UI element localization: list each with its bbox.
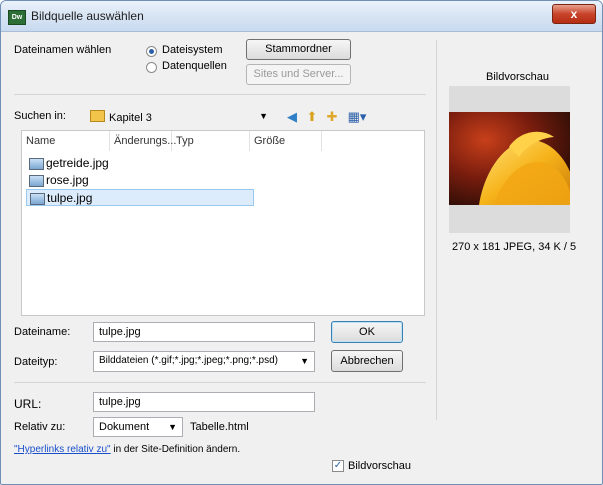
list-item-selected[interactable]: tulpe.jpg [26,189,254,206]
column-modified[interactable]: Änderungs... [110,131,176,151]
relative-to-label: Relativ zu: [14,421,66,433]
preview-frame [449,86,570,233]
dialog-window: Dw Bildquelle auswählen x Dateinamen wäh… [0,0,603,485]
new-folder-icon[interactable]: ✚ [324,109,340,125]
lookin-folder-name: Kapitel 3 [109,112,152,124]
lookin-label: Suchen in: [14,110,66,122]
column-name[interactable]: Name [22,131,110,151]
datasources-radio[interactable] [146,62,157,73]
tulip-preview-image [449,112,570,205]
preview-heading: Bildvorschau [486,71,549,83]
filename-label: Dateiname: [14,326,71,338]
file-list[interactable]: Name Änderungs... Typ Größe getreide.jpg… [21,130,425,316]
preview-checkbox[interactable]: ✓ [332,460,344,472]
image-file-icon [30,193,45,205]
list-item[interactable]: rose.jpg [26,172,146,189]
hint-text: in der Site-Definition ändern. [110,444,241,455]
divider [14,382,426,383]
image-file-icon [29,158,44,170]
preview-checkbox-label: Bildvorschau [348,460,411,472]
relative-to-value: Dokument [99,421,150,433]
filetype-value: Bilddateien (*.gif;*.jpg;*.jpeg;*.png;*.… [99,355,279,366]
site-definition-hint: "Hyperlinks relativ zu" in der Site-Defi… [14,444,240,455]
url-label: URL: [14,397,42,411]
view-menu-icon[interactable]: ▦▾ [344,109,370,125]
chevron-down-icon: ▼ [168,422,177,432]
column-size[interactable]: Größe [250,131,322,151]
root-folder-button[interactable]: Stammordner [246,39,351,60]
title-bar[interactable]: Dw Bildquelle auswählen x [1,1,602,32]
filesystem-radio[interactable] [146,46,157,57]
chevron-down-icon: ▼ [259,111,268,121]
image-file-icon [29,175,44,187]
column-type[interactable]: Typ [172,131,250,151]
chevron-down-icon: ▼ [300,356,309,366]
datasources-radio-label: Datenquellen [162,60,227,72]
hyperlinks-relative-link[interactable]: "Hyperlinks relativ zu" [14,444,111,455]
relative-to-select[interactable]: Dokument ▼ [93,417,183,437]
vertical-divider [436,40,437,420]
sites-and-servers-button[interactable]: Sites und Server... [246,64,351,85]
filetype-label: Dateityp: [14,356,58,368]
file-name: tulpe.jpg [47,191,93,205]
file-name: rose.jpg [46,173,89,187]
filesystem-radio-label: Dateisystem [162,44,223,56]
preview-info: 270 x 181 JPEG, 34 K / 5 [452,241,577,253]
up-folder-icon[interactable]: ⬆ [304,109,320,125]
file-name: getreide.jpg [46,156,109,170]
filename-input[interactable]: tulpe.jpg [93,322,315,342]
divider [14,94,426,95]
cancel-button[interactable]: Abbrechen [331,350,403,372]
ok-button[interactable]: OK [331,321,403,343]
list-item[interactable]: getreide.jpg [26,155,146,172]
folder-icon [90,110,105,122]
filetype-select[interactable]: Bilddateien (*.gif;*.jpg;*.jpeg;*.png;*.… [93,351,315,372]
lookin-combo[interactable]: Kapitel 3 ▼ [84,106,274,126]
window-title: Bildquelle auswählen [31,9,144,23]
dialog-body: Dateinamen wählen Dateisystem Datenquell… [8,32,595,477]
close-button[interactable]: x [552,4,596,24]
back-icon[interactable]: ◀ [284,109,300,125]
url-input[interactable]: tulpe.jpg [93,392,315,412]
source-label: Dateinamen wählen [14,44,112,56]
dreamweaver-app-icon: Dw [8,10,26,25]
relative-file: Tabelle.html [190,421,249,433]
